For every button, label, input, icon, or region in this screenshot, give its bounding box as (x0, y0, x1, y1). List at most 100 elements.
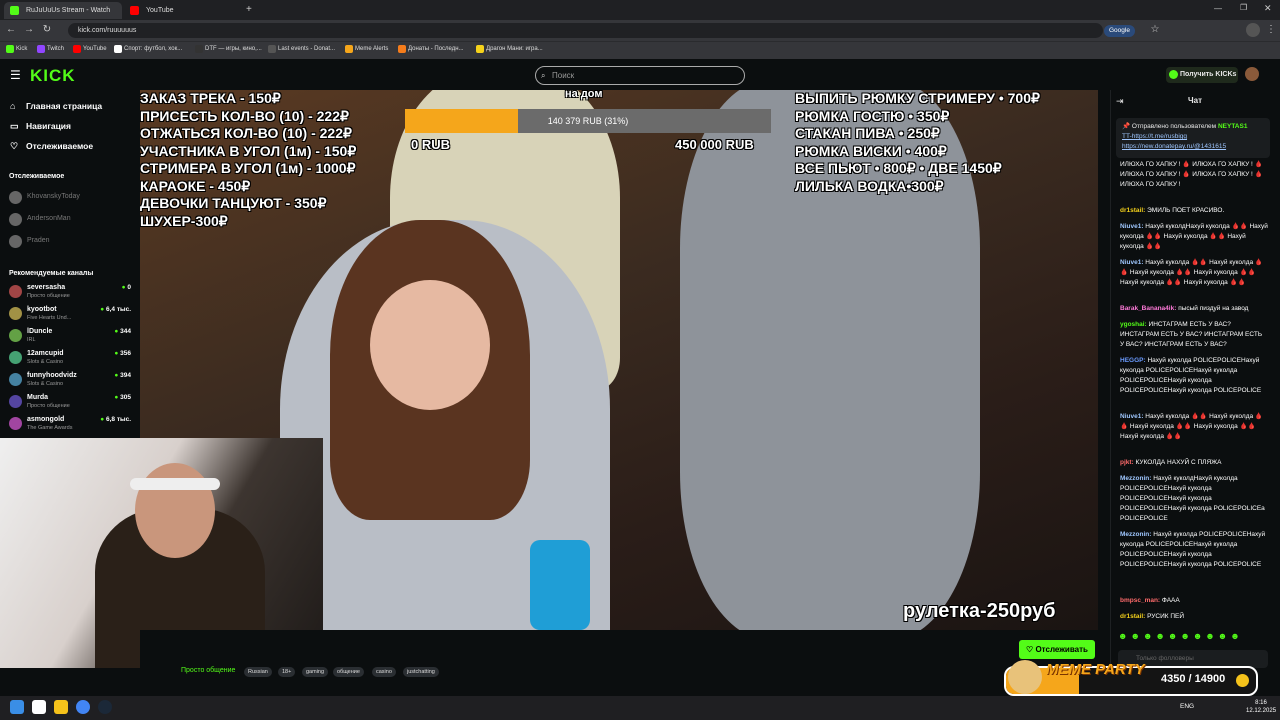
recommended-channel[interactable]: funnyhoodvidz Slots & Casino ● 394 (9, 370, 131, 392)
channel-name: 12amcupid (27, 350, 64, 357)
bookmark-item[interactable]: Донаты - Последн... (398, 43, 464, 55)
recommended-channel[interactable]: 12amcupid Slots & Casino ● 356 (9, 348, 131, 370)
chat-username[interactable]: bmpsc_man: (1120, 597, 1160, 604)
followed-channel[interactable]: Praden (9, 232, 131, 254)
chat-username[interactable]: dr1stail: (1120, 207, 1145, 214)
stream-tag[interactable]: 18+ (278, 667, 296, 677)
donation-progress-bar: 140 379 RUB (31%) (405, 109, 771, 133)
reload-icon[interactable]: ↻ (40, 23, 54, 37)
price-list-left: ЗАКАЗ ТРЕКА - 150₽ ПРИСЕСТЬ КОЛ-ВО (10) -… (140, 90, 356, 230)
maximize-button[interactable]: ❐ (1240, 3, 1247, 12)
recommended-channel[interactable]: Murda Просто общение ● 305 (9, 392, 131, 414)
nav-home-label: Главная страница (26, 101, 103, 111)
chat-username[interactable]: Niuve1: (1120, 259, 1143, 266)
chat-username[interactable]: ygoshai: (1120, 321, 1147, 328)
user-avatar[interactable] (1245, 67, 1259, 81)
kicks-coin-icon (1169, 70, 1178, 79)
back-icon[interactable]: ← (4, 23, 18, 37)
follow-button[interactable]: ♡ Отслеживать (1019, 640, 1095, 659)
bookmark-icon (476, 45, 484, 53)
bookmark-icon (73, 45, 81, 53)
windows-start-icon[interactable] (10, 700, 24, 714)
channel-category: Slots & Casino (27, 381, 64, 387)
kick-logo[interactable]: KICK (30, 66, 76, 86)
chat-username[interactable]: Barak_Banana4ik: (1120, 305, 1176, 312)
stream-tag[interactable]: justchatting (403, 667, 439, 677)
menu-icon[interactable]: ☰ (10, 68, 21, 82)
bookmark-item[interactable]: DTF — игры, кино,... (195, 43, 262, 55)
get-kicks-button[interactable]: Получить KICKs (1166, 67, 1238, 83)
followed-channel[interactable]: AndersonMan (9, 210, 131, 232)
nav-home[interactable]: ⌂ Главная страница (10, 100, 102, 112)
chrome-icon[interactable] (76, 700, 90, 714)
nav-browse-label: Навигация (26, 121, 71, 131)
url-field[interactable]: kick.com/ruuuuuus (68, 23, 1103, 38)
channel-avatar (9, 307, 22, 320)
pinned-message[interactable]: 📌 Отправлено пользователем NEYTAS1 TT-ht… (1116, 118, 1270, 158)
followed-channel[interactable]: KhovanskyToday (9, 188, 131, 210)
tab-youtube[interactable]: YouTube (124, 2, 242, 19)
bookmark-item[interactable]: Twitch (37, 43, 64, 55)
bookmark-item[interactable]: YouTube (73, 43, 107, 55)
viewer-count: ● 356 (114, 350, 131, 357)
bookmark-label: Meme Alerts (355, 46, 389, 52)
stream-tag[interactable]: общение (333, 667, 364, 677)
chat-message: HEGGP: Нахуй куколда POLICEPOLICEНахуй к… (1120, 356, 1268, 396)
coin-icon (1236, 674, 1249, 687)
keyboard-language[interactable]: ENG (1180, 703, 1194, 710)
recommended-channel[interactable]: kyootbot Five Hearts Und... ● 6,4 тыс. (9, 304, 131, 326)
youtube-tab-icon (130, 6, 139, 15)
recommended-channel[interactable]: seversasha Просто общение ● 0 (9, 282, 131, 304)
nav-following[interactable]: ♡ Отслеживаемое (10, 140, 93, 152)
pinned-link-donate[interactable]: https://new.donatepay.ru/@1431615 (1122, 143, 1226, 150)
pinned-user[interactable]: NEYTAS1 (1218, 123, 1248, 130)
bookmark-item[interactable]: Драгон Мани: игра... (476, 43, 543, 55)
search-input[interactable]: ⌕ Поиск (535, 66, 745, 85)
stream-tag[interactable]: casino (372, 667, 396, 677)
bookmark-item[interactable]: Meme Alerts (345, 43, 388, 55)
minimize-button[interactable]: — (1214, 4, 1222, 13)
chat-username[interactable]: Niuve1: (1120, 413, 1143, 420)
bookmark-label: Драгон Мани: игра... (486, 46, 543, 52)
chat-username[interactable]: HEGGP: (1120, 357, 1146, 364)
price-list-right: ВЫПИТЬ РЮМКУ СТРИМЕРУ • 700₽ РЮМКА ГОСТЮ … (795, 90, 1040, 195)
bookmark-label: DTF — игры, кино,... (205, 46, 262, 52)
steam-icon[interactable] (98, 700, 112, 714)
system-clock[interactable]: 8:16 12.12.2025 (1246, 699, 1276, 715)
chat-username[interactable]: dr1stail: (1120, 613, 1145, 620)
file-explorer-icon[interactable] (54, 700, 68, 714)
recommended-channel[interactable]: asmongold The Game Awards ● 6,8 тыс. (9, 414, 131, 436)
bookmark-item[interactable]: Last events - Donat... (268, 43, 335, 55)
tab-kick-stream[interactable]: RuJuUuUs Stream - Watch (4, 2, 122, 19)
new-tab-button[interactable]: + (246, 4, 252, 15)
bookmark-label: Спорт: футбол, хок... (124, 46, 183, 52)
chat-message: Mezzonin: Нахуй куколдНахуй куколда POLI… (1120, 474, 1268, 524)
nav-browse[interactable]: ▭ Навигация (10, 120, 71, 132)
channel-avatar (9, 285, 22, 298)
bookmark-item[interactable]: Kick (6, 43, 27, 55)
bookmark-item[interactable]: Спорт: футбол, хок... (114, 43, 182, 55)
channel-category: Просто общение (27, 293, 70, 299)
chat-username[interactable]: Mezzonin: (1120, 475, 1151, 482)
viewer-count: ● 344 (114, 328, 131, 335)
forward-icon[interactable]: → (22, 23, 36, 37)
chat-username[interactable]: pjkt: (1120, 459, 1134, 466)
close-window-button[interactable]: ✕ (1264, 3, 1272, 14)
recommended-channel[interactable]: lDuncle IRL ● 344 (9, 326, 131, 348)
profile-avatar[interactable] (1246, 23, 1260, 37)
chat-username[interactable]: Niuve1: (1120, 223, 1143, 230)
bookmark-star-icon[interactable]: ☆ (1148, 23, 1162, 37)
google-badge[interactable]: Google (1104, 25, 1135, 37)
chat-username[interactable]: Mezzonin: (1120, 531, 1151, 538)
stream-tag[interactable]: Russian (244, 667, 272, 677)
pinned-link-telegram[interactable]: TT-https://t.me/rusbigg (1122, 133, 1187, 140)
browser-menu-icon[interactable]: ⋮ (1264, 23, 1278, 37)
stream-tag[interactable]: gaming (302, 667, 329, 677)
bookmark-icon (6, 45, 14, 53)
bookmark-label: Twitch (47, 46, 65, 52)
emote-bar[interactable]: ☻☻☻☻☻☻☻☻☻☻ (1118, 631, 1270, 645)
yandex-icon[interactable] (32, 700, 46, 714)
collapse-chat-icon[interactable]: ⇥ (1116, 96, 1124, 107)
stream-category[interactable]: Просто общение (181, 667, 235, 674)
meme-party-title: MEME PARTY (1046, 661, 1145, 678)
